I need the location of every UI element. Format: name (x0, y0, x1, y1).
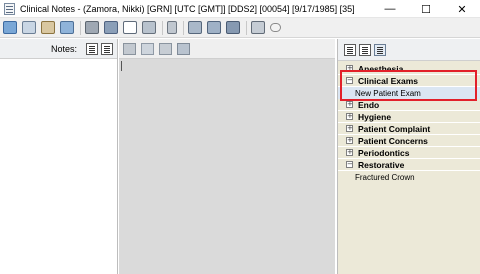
app-icon (4, 2, 15, 15)
expand-icon[interactable]: + (346, 113, 353, 120)
tree-category-periodontics[interactable]: + Periodontics (338, 147, 480, 159)
tree-category-endo[interactable]: + Endo (338, 99, 480, 111)
spell-check-icon[interactable] (142, 21, 156, 34)
tree-category-patient-complaint[interactable]: + Patient Complaint (338, 123, 480, 135)
category-label: Clinical Exams (358, 75, 419, 86)
notes-header: Notes: (0, 39, 117, 59)
category-label: Patient Complaint (358, 123, 431, 134)
tree-category-anesthesia[interactable]: + Anesthesia (338, 63, 480, 75)
category-label: Patient Concerns (358, 135, 428, 146)
expand-icon[interactable]: + (346, 101, 353, 108)
audio-icon[interactable] (226, 21, 240, 34)
detail-view-icon[interactable] (101, 42, 113, 55)
copy-icon[interactable] (141, 42, 154, 55)
tree-item-new-patient-exam[interactable]: New Patient Exam (338, 87, 480, 99)
template-tree: + Anesthesia − Clinical Exams New Patien… (338, 63, 480, 183)
editor-toolbar (119, 39, 335, 59)
template-editor-icon[interactable] (374, 43, 386, 56)
category-label: Endo (358, 99, 380, 110)
signature-icon[interactable] (207, 21, 221, 34)
window-title: Clinical Notes - (Zamora, Nikki) [GRN] [… (20, 3, 355, 14)
list-view-icon[interactable] (86, 42, 98, 55)
maximize-button[interactable]: ☐ (408, 0, 444, 18)
item-label: Fractured Crown (355, 172, 415, 182)
tree-category-patient-concerns[interactable]: + Patient Concerns (338, 135, 480, 147)
attach-icon[interactable] (104, 21, 118, 34)
toolbar-separator (183, 20, 184, 35)
image-icon[interactable] (60, 21, 74, 34)
comment-icon[interactable] (270, 23, 281, 32)
templates-panel: + Anesthesia − Clinical Exams New Patien… (337, 39, 480, 274)
toolbar-separator (80, 20, 81, 35)
toolbar-separator (246, 20, 247, 35)
category-label: Anesthesia (358, 63, 404, 74)
tree-category-restorative[interactable]: − Restorative (338, 159, 480, 171)
close-button[interactable]: ✕ (444, 0, 480, 18)
tree-item-fractured-crown[interactable]: Fractured Crown (338, 171, 480, 183)
toolbar-separator (162, 20, 163, 35)
expand-icon[interactable]: + (346, 149, 353, 156)
category-label: Periodontics (358, 147, 410, 158)
detail-view-icon[interactable] (359, 43, 371, 56)
item-label: New Patient Exam (355, 88, 421, 98)
list-view-icon[interactable] (344, 43, 356, 56)
new-note-icon[interactable] (3, 21, 17, 34)
expand-icon[interactable]: + (346, 137, 353, 144)
title-bar: Clinical Notes - (Zamora, Nikki) [GRN] [… (0, 0, 480, 18)
notes-label: Notes: (50, 43, 77, 54)
templates-header (338, 39, 480, 61)
collapse-icon[interactable]: − (346, 77, 353, 84)
paste-icon[interactable] (159, 42, 172, 55)
paste-icon[interactable] (41, 21, 55, 34)
tree-category-hygiene[interactable]: + Hygiene (338, 111, 480, 123)
expand-icon[interactable]: + (346, 125, 353, 132)
template-icon[interactable] (188, 21, 202, 34)
text-cursor (121, 61, 122, 71)
minimize-button[interactable]: — (372, 0, 408, 18)
expand-icon[interactable]: + (346, 65, 353, 72)
notes-panel: Notes: (0, 39, 118, 274)
category-label: Hygiene (358, 111, 392, 122)
note-editor-panel[interactable] (119, 39, 335, 274)
collapse-icon[interactable]: − (346, 161, 353, 168)
stamp-icon[interactable] (177, 42, 190, 55)
edit-icon[interactable] (123, 42, 136, 55)
pen-icon[interactable] (167, 21, 177, 34)
print-icon[interactable] (251, 21, 265, 34)
eraser-icon[interactable] (85, 21, 99, 34)
category-label: Restorative (358, 159, 405, 170)
tree-category-clinical-exams[interactable]: − Clinical Exams (338, 75, 480, 87)
window-controls: — ☐ ✕ (372, 0, 480, 18)
find-icon[interactable] (123, 21, 137, 34)
copy-icon[interactable] (22, 21, 36, 34)
main-toolbar (0, 18, 480, 38)
